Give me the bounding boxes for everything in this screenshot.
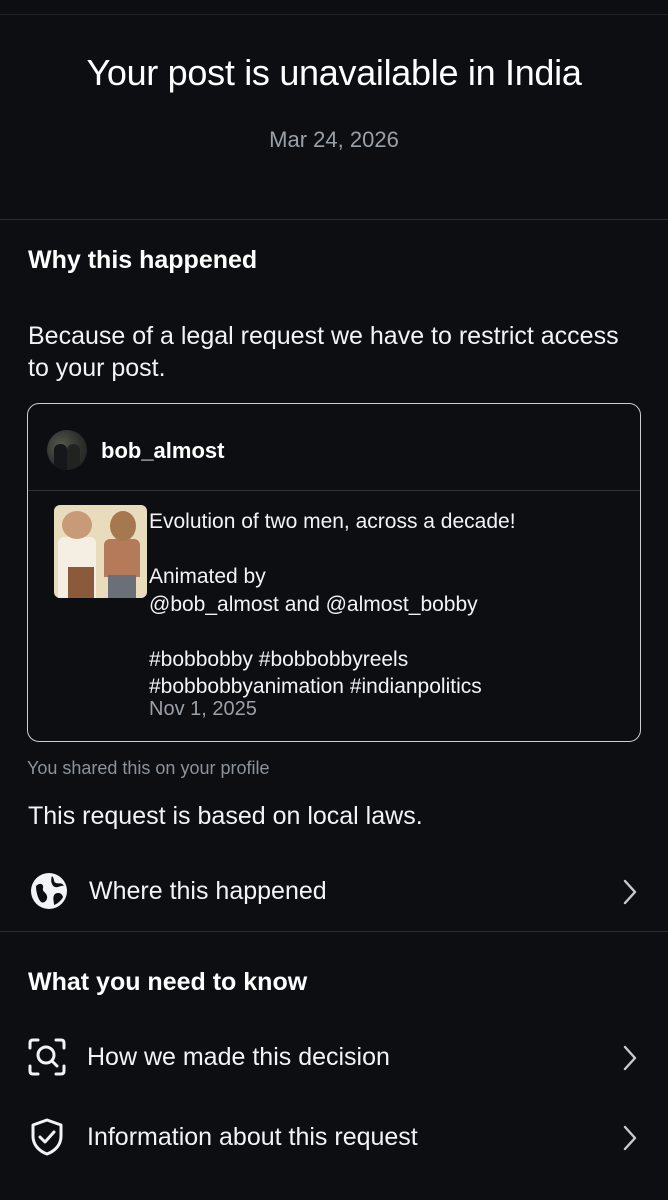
section-divider	[0, 931, 668, 932]
top-divider	[0, 14, 668, 15]
search-scan-icon	[28, 1038, 66, 1076]
request-info-row-label: Information about this request	[87, 1123, 418, 1151]
why-heading: Why this happened	[28, 246, 258, 274]
know-heading: What you need to know	[28, 968, 308, 996]
notice-date: Mar 24, 2026	[269, 127, 399, 152]
post-username[interactable]: bob_almost	[101, 438, 224, 464]
restricted-post-card[interactable]: bob_almost Evolution of two men, across …	[27, 403, 641, 742]
notice-header: Your post is unavailable in India Mar 24…	[0, 52, 668, 153]
avatar[interactable]	[47, 430, 87, 470]
post-card-header: bob_almost	[28, 404, 640, 491]
where-row-label: Where this happened	[89, 877, 327, 905]
globe-icon	[31, 873, 67, 909]
post-date: Nov 1, 2025	[149, 698, 257, 720]
restriction-reason: Because of a legal request we have to re…	[28, 322, 619, 382]
decision-row-label: How we made this decision	[87, 1043, 390, 1071]
request-info-row[interactable]: Information about this request	[0, 1107, 668, 1167]
restriction-notice-page: Your post is unavailable in India Mar 24…	[0, 0, 668, 1200]
post-thumbnail[interactable]	[54, 505, 147, 598]
decision-row[interactable]: How we made this decision	[0, 1027, 668, 1087]
post-caption: Evolution of two men, across a decade! A…	[149, 510, 516, 698]
where-this-happened-row[interactable]: Where this happened	[0, 861, 668, 921]
header-divider	[0, 219, 668, 220]
chevron-right-icon	[623, 879, 637, 905]
chevron-right-icon	[623, 1045, 637, 1071]
page-title: Your post is unavailable in India	[86, 52, 582, 93]
shield-check-icon	[31, 1118, 63, 1156]
chevron-right-icon	[623, 1125, 637, 1151]
shared-note: You shared this on your profile	[27, 758, 270, 778]
local-laws-text: This request is based on local laws.	[28, 802, 423, 830]
